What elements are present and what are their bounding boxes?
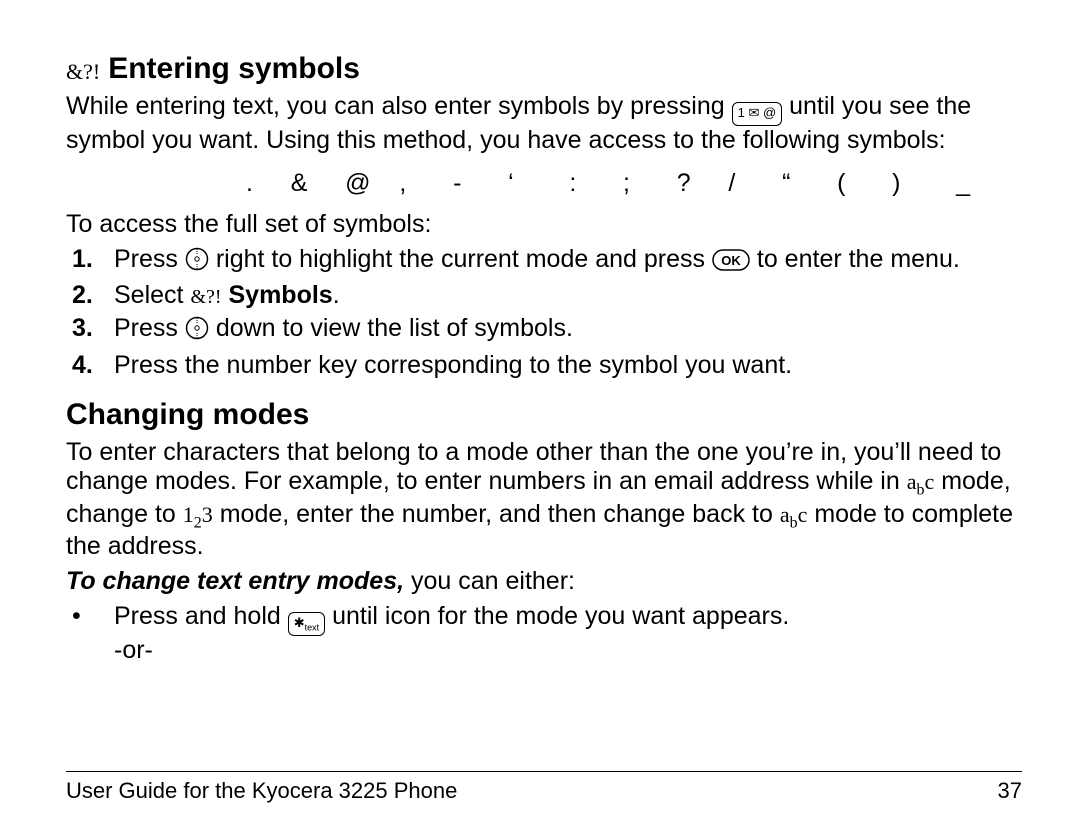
- changing-modes-paragraph: To enter characters that belong to a mod…: [66, 438, 1022, 561]
- page-number: 37: [998, 778, 1022, 804]
- step-2: 2. Select &?! Symbols.: [66, 281, 1022, 310]
- 123-mode-icon: 123: [183, 502, 213, 527]
- page-footer: User Guide for the Kyocera 3225 Phone 37: [66, 771, 1022, 804]
- star-text-key-icon: ✱text: [288, 612, 325, 636]
- abc-mode-icon: abc: [907, 469, 935, 494]
- available-symbols-row: . & @ , - ‘ : ; ? / “ ( ) _: [66, 169, 1022, 198]
- change-modes-lead: To change text entry modes, you can eith…: [66, 567, 1022, 596]
- step-1: 1. Press right to highlight the current …: [66, 245, 1022, 278]
- svg-text:OK: OK: [721, 253, 741, 268]
- symbols-mode-icon: &?!: [190, 286, 221, 308]
- heading-entering-symbols: Entering symbols: [108, 52, 360, 86]
- change-mode-option-1: • Press and hold ✱text until icon for th…: [66, 602, 1022, 665]
- abc-mode-icon: abc: [780, 502, 808, 527]
- step-4: 4. Press the number key corresponding to…: [66, 351, 1022, 380]
- step-3: 3. Press down to view the list of symbol…: [66, 314, 1022, 347]
- section-changing-modes: Changing modes To enter characters that …: [66, 398, 1022, 665]
- symbol-access-steps: 1. Press right to highlight the current …: [66, 245, 1022, 381]
- ok-key-icon: OK: [712, 249, 750, 278]
- or-separator: -or-: [114, 636, 153, 664]
- envelope-key-icon: 1 ✉ @: [732, 102, 783, 126]
- manual-page: &?! Entering symbols While entering text…: [0, 0, 1080, 834]
- section-entering-symbols-heading: &?! Entering symbols: [66, 52, 1022, 92]
- access-symbols-label: To access the full set of symbols:: [66, 210, 1022, 239]
- navkey-icon: [185, 247, 209, 278]
- navkey-icon: [185, 316, 209, 347]
- entering-symbols-intro: While entering text, you can also enter …: [66, 92, 1022, 155]
- change-mode-options: • Press and hold ✱text until icon for th…: [66, 602, 1022, 665]
- heading-changing-modes: Changing modes: [66, 398, 1022, 432]
- symbols-mode-icon: &?!: [66, 59, 100, 85]
- footer-title: User Guide for the Kyocera 3225 Phone: [66, 778, 457, 804]
